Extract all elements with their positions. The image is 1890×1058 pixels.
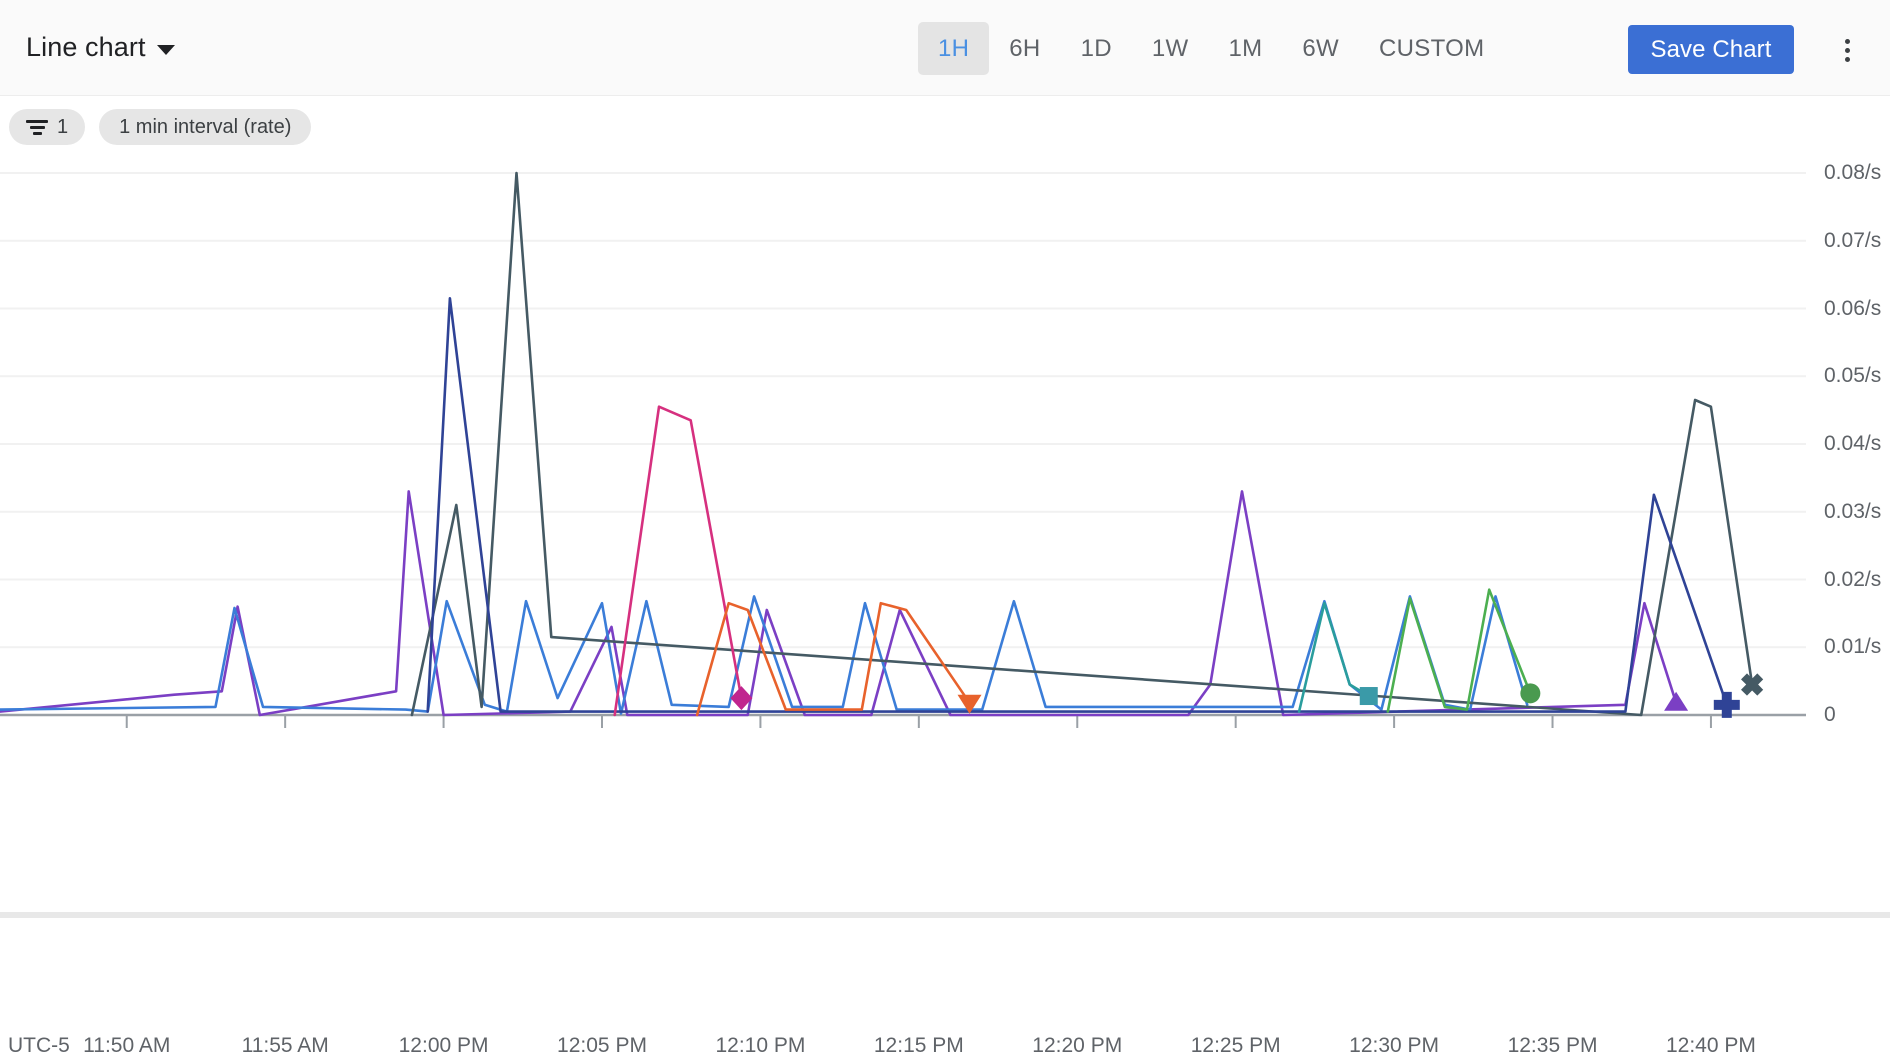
dot [1845,39,1850,44]
x-axis-tick-label: 12:00 PM [399,1034,489,1058]
x-axis-tick-label: 11:55 AM [242,1034,329,1058]
x-axis-tick-label: 12:25 PM [1191,1034,1281,1058]
filter-icon [26,120,48,135]
range-button-6h[interactable]: 6H [989,22,1060,75]
bottom-strip [0,912,1890,918]
range-button-1m[interactable]: 1M [1208,22,1282,75]
chart-type-label: Line chart [26,32,146,63]
x-axis-tick-label: 12:35 PM [1508,1034,1598,1058]
range-button-1h[interactable]: 1H [918,22,989,75]
y-axis-tick-label: 0.05/s [1824,364,1881,388]
dot [1845,57,1850,62]
range-button-6w[interactable]: 6W [1282,22,1359,75]
chevron-down-icon [157,45,175,55]
chart-plot-area[interactable]: 0 0.01/s 0.02/s 0.03/s 0.04/s 0.05/s 0.06/s 0.0… [0,158,1890,888]
time-range-button-group: 1H6H1D1W1M6WCUSTOM [918,22,1504,75]
x-axis-ticks [127,715,1711,728]
interval-chip[interactable]: 1 min interval (rate) [99,109,311,145]
series-line-series-navy [428,298,1727,711]
y-axis-tick-label: 0.02/s [1824,568,1881,592]
series-line-series-magenta [615,407,742,715]
save-chart-button[interactable]: Save Chart [1628,25,1794,74]
gridlines [0,173,1806,647]
square-marker-icon [1360,687,1378,705]
range-button-1w[interactable]: 1W [1132,22,1209,75]
circle-marker-icon [1520,683,1540,703]
x-axis-tick-label: 12:05 PM [557,1034,647,1058]
series-line-series-purple [0,491,1676,715]
chart-type-selector[interactable]: Line chart [26,32,175,63]
chart-toolbar: Line chart 1H6H1D1W1M6WCUSTOM Save Chart [0,0,1890,96]
range-button-custom[interactable]: CUSTOM [1359,22,1504,75]
x-axis-tick-label: 12:30 PM [1349,1034,1439,1058]
x-axis-tick-label: 12:10 PM [715,1034,805,1058]
filter-count-label: 1 [57,116,68,139]
y-axis-tick-label: 0.04/s [1824,432,1881,456]
y-axis-tick-label: 0.06/s [1824,297,1881,321]
filter-chip[interactable]: 1 [9,109,85,145]
x-axis-tick-label: 12:20 PM [1032,1034,1122,1058]
chips-row: 1 1 min interval (rate) [0,96,1890,158]
x-axis-tick-label: 12:40 PM [1666,1034,1756,1058]
y-axis-tick-label: 0.03/s [1824,500,1881,524]
dot [1845,48,1850,53]
x-axis-tick-label: 12:15 PM [874,1034,964,1058]
timezone-label: UTC-5 [8,1034,70,1058]
y-axis-tick-label: 0 [1824,703,1836,727]
series-line-series-green [1388,590,1531,712]
y-axis-tick-label: 0.01/s [1824,635,1881,659]
y-axis-tick-label: 0.07/s [1824,229,1881,253]
x-axis-tick-label: 11:50 AM [83,1034,170,1058]
triangle-marker-icon [1664,692,1688,711]
line-chart-svg [0,158,1890,888]
range-button-1d[interactable]: 1D [1061,22,1132,75]
y-axis-tick-label: 0.08/s [1824,161,1881,185]
more-vert-icon[interactable] [1826,28,1868,72]
